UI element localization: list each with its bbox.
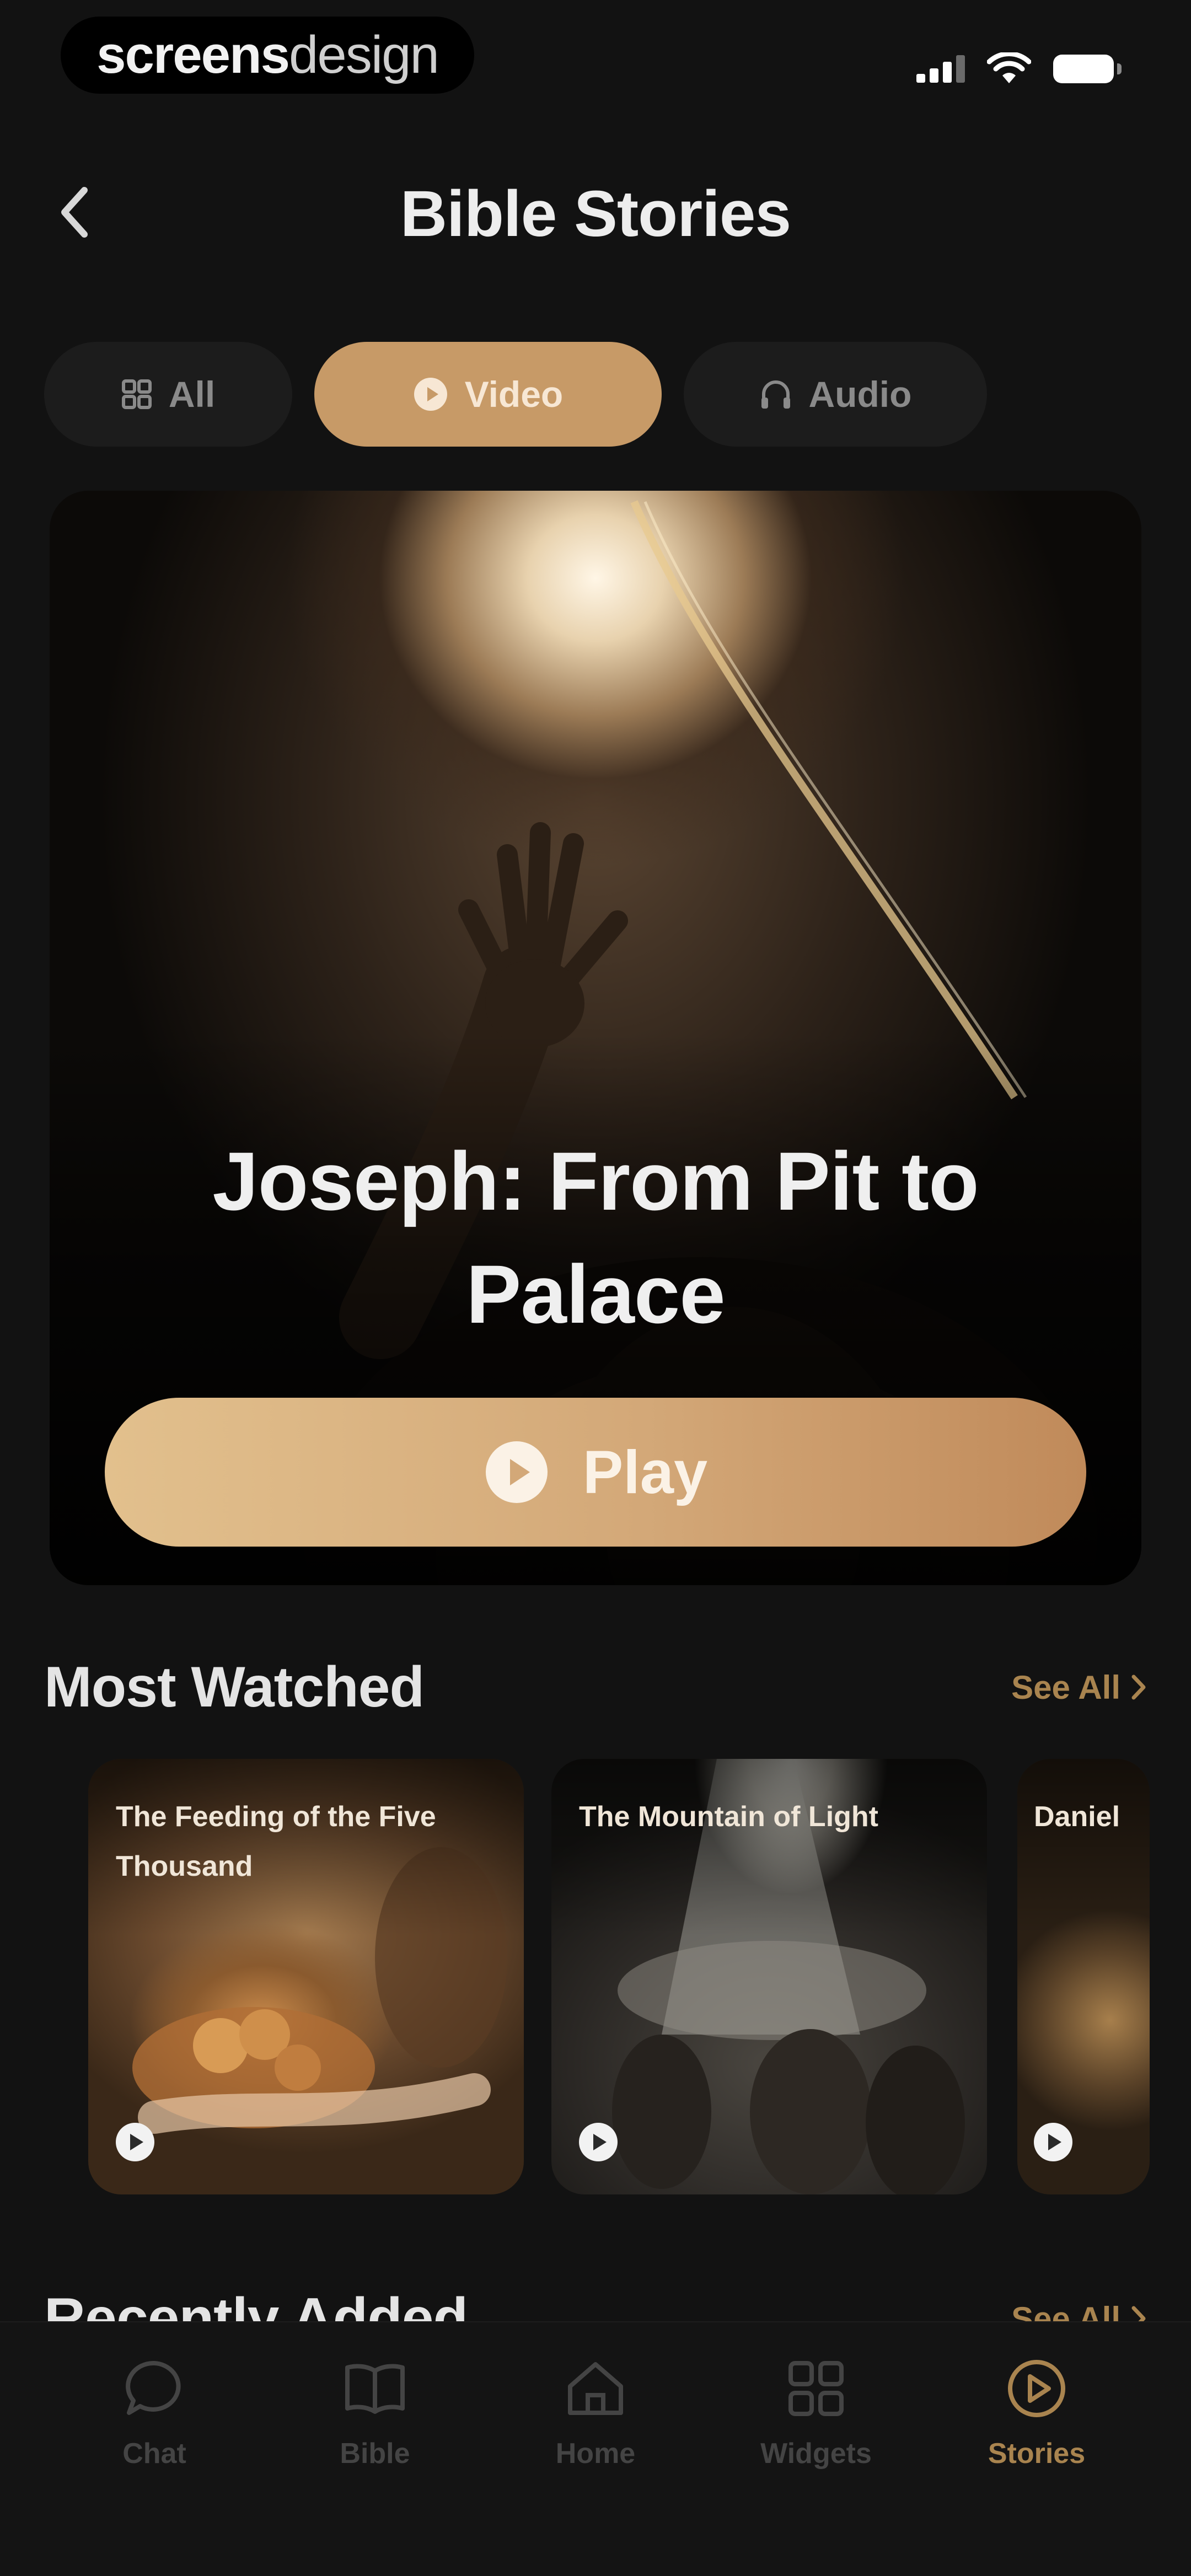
- grid-icon: [121, 379, 152, 409]
- battery-icon: [1053, 55, 1122, 83]
- chat-icon: [126, 2360, 181, 2415]
- tab-chat-label: Chat: [122, 2438, 186, 2470]
- cellular-signal-icon: [916, 55, 965, 83]
- play-button[interactable]: Play: [105, 1398, 1086, 1547]
- play-button-label: Play: [582, 1438, 708, 1506]
- tab-home-label: Home: [555, 2438, 636, 2470]
- play-circle-icon: [485, 1441, 548, 1503]
- story-card[interactable]: The Feeding of the Five Thousand: [88, 1759, 524, 2194]
- story-card-title: The Mountain of Light: [579, 1801, 878, 1833]
- featured-story-title: Joseph: From Pit to Palace: [212, 1135, 979, 1340]
- tab-widgets[interactable]: Widgets: [717, 2355, 915, 2488]
- tab-bible[interactable]: Bible: [276, 2355, 474, 2488]
- filter-video-label: Video: [464, 374, 564, 415]
- story-card[interactable]: The Mountain of Light: [551, 1759, 987, 2194]
- play-icon[interactable]: [579, 2123, 618, 2161]
- play-circle-icon: [414, 378, 447, 411]
- tab-bar: Chat Bible Home Widgets Stories: [0, 2321, 1191, 2576]
- play-icon[interactable]: [1034, 2123, 1072, 2161]
- header: Bible Stories: [0, 154, 1191, 276]
- story-card[interactable]: Daniel: [1017, 1759, 1150, 2194]
- tab-stories-label: Stories: [988, 2438, 1086, 2470]
- play-circle-icon: [1008, 2360, 1065, 2417]
- most-watched-carousel[interactable]: The Feeding of the Five Thousand The Mou…: [0, 1759, 1191, 2200]
- featured-story-card[interactable]: Joseph: From Pit to Palace Play: [50, 491, 1141, 1585]
- page-title: Bible Stories: [400, 178, 791, 250]
- story-card-title: The Feeding of the Five Thousand: [116, 1801, 436, 1882]
- status-icons: [916, 50, 1122, 88]
- section-title: Most Watched: [44, 1655, 425, 1719]
- play-icon[interactable]: [116, 2123, 154, 2161]
- story-card-title: Daniel: [1034, 1801, 1120, 1833]
- tab-bible-label: Bible: [340, 2438, 410, 2470]
- home-icon: [568, 2362, 623, 2415]
- tab-home[interactable]: Home: [496, 2355, 695, 2488]
- most-watched-header: Most Watched See All: [44, 1646, 1147, 1729]
- brand-logo-light: design: [289, 25, 439, 84]
- headphones-icon: [761, 380, 790, 409]
- filter-audio-label: Audio: [808, 374, 912, 415]
- tab-stories[interactable]: Stories: [937, 2355, 1136, 2488]
- brand-logo: screens design: [61, 17, 474, 94]
- content-filter: All Video Audio: [44, 342, 1147, 447]
- widgets-icon: [788, 2361, 844, 2416]
- book-icon: [345, 2364, 405, 2414]
- filter-all-tab[interactable]: All: [44, 342, 292, 447]
- filter-audio-tab[interactable]: Audio: [684, 342, 987, 447]
- wifi-icon: [987, 52, 1031, 83]
- brand-logo-bold: screens: [96, 25, 290, 84]
- filter-video-tab[interactable]: Video: [314, 342, 662, 447]
- tab-widgets-label: Widgets: [760, 2438, 872, 2470]
- tab-chat[interactable]: Chat: [55, 2355, 254, 2488]
- status-bar: screens design: [0, 0, 1191, 116]
- see-all-label: See All: [1011, 1668, 1120, 1706]
- see-all-link[interactable]: See All: [1011, 1668, 1147, 1706]
- filter-all-label: All: [168, 374, 216, 415]
- chevron-right-icon: [1131, 1675, 1146, 1700]
